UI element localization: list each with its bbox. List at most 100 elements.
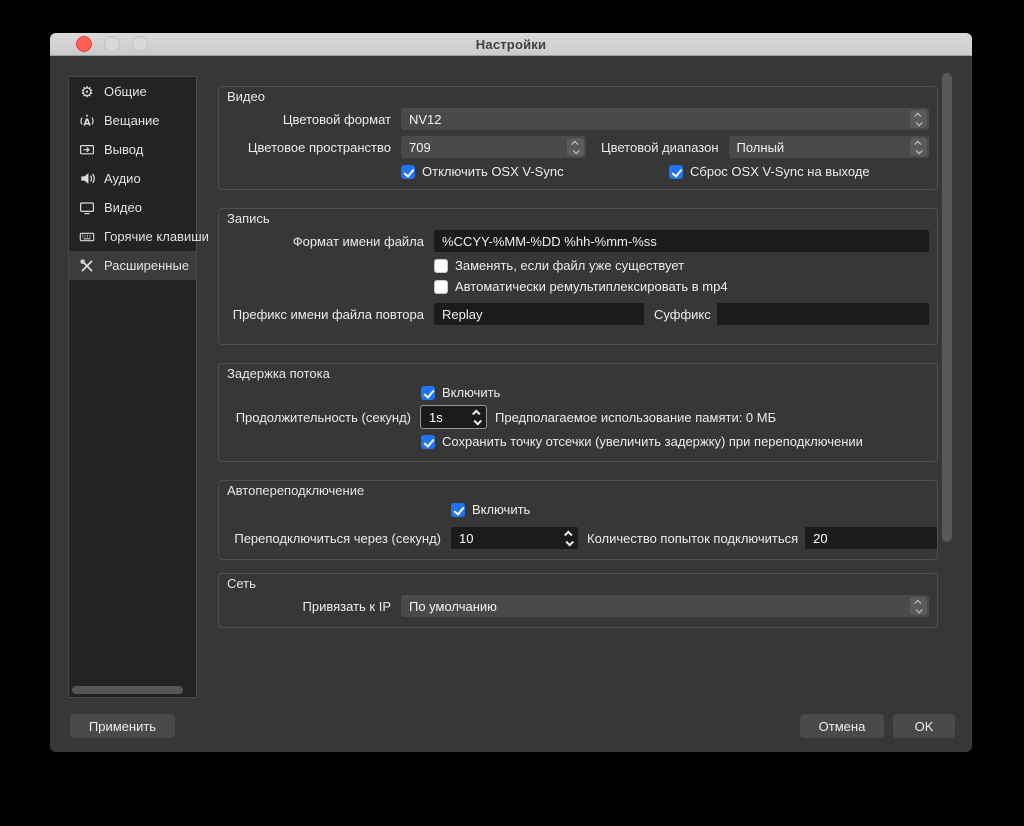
replay-prefix-label: Префикс имени файла повтора — [227, 307, 424, 322]
sidebar-horizontal-scrollbar[interactable] — [72, 686, 193, 695]
preserve-cutoff-checkbox[interactable]: Сохранить точку отсечки (увеличить задер… — [421, 434, 863, 449]
delay-duration-label: Продолжительность (секунд) — [227, 410, 411, 425]
bind-ip-dropdown[interactable]: По умолчанию — [401, 595, 929, 617]
ok-button[interactable]: OK — [893, 714, 955, 738]
sidebar-item-output[interactable]: Вывод — [69, 135, 196, 164]
sidebar-item-label: Горячие клавиши — [104, 229, 209, 244]
tools-icon — [78, 258, 96, 274]
checkbox-box[interactable] — [434, 259, 448, 273]
reconnect-enable-checkbox[interactable]: Включить — [451, 502, 530, 517]
group-stream-delay: Задержка потока Включить Продолжительнос… — [218, 363, 938, 462]
window-title: Настройки — [476, 37, 546, 52]
group-network: Сеть Привязать к IP По умолчанию — [218, 573, 938, 628]
color-format-label: Цветовой формат — [227, 112, 391, 127]
sidebar-item-label: Общие — [104, 84, 147, 99]
retry-delay-spinner[interactable] — [451, 527, 578, 549]
color-format-dropdown[interactable]: NV12 — [401, 108, 929, 130]
checkbox-box[interactable] — [421, 435, 435, 449]
delay-duration-spinner[interactable] — [421, 406, 486, 428]
sidebar-item-label: Аудио — [104, 171, 141, 186]
dropdown-value: По умолчанию — [409, 599, 497, 614]
gear-icon: ⚙ — [78, 83, 96, 101]
sidebar-item-advanced[interactable]: Расширенные — [69, 251, 196, 280]
spinner-arrows-icon[interactable] — [562, 527, 576, 549]
color-range-label: Цветовой диапазон — [601, 140, 719, 155]
minimize-button[interactable] — [104, 36, 120, 52]
suffix-label: Суффикс — [654, 307, 711, 322]
settings-content: Видео Цветовой формат NV12 Цветовое прос… — [218, 86, 938, 628]
filename-format-input[interactable] — [434, 230, 929, 252]
group-title: Автопереподключение — [227, 484, 929, 498]
settings-window: Настройки ⚙ Общие A Вещание — [50, 33, 972, 752]
sidebar-item-video[interactable]: Видео — [69, 193, 196, 222]
max-retries-label: Количество попыток подключиться — [587, 531, 798, 546]
max-retries-spinner[interactable] — [805, 527, 938, 549]
apply-button[interactable]: Применить — [70, 714, 175, 738]
disable-vsync-checkbox[interactable]: Отключить OSX V-Sync — [401, 164, 669, 179]
suffix-input[interactable] — [717, 303, 929, 325]
memory-usage-note: Предполагаемое использование памяти: 0 М… — [495, 410, 776, 425]
checkbox-label: Включить — [442, 385, 500, 400]
dropdown-value: Полный — [737, 140, 785, 155]
checkbox-box[interactable] — [401, 165, 415, 179]
group-recording: Запись Формат имени файла Заменять, если… — [218, 208, 938, 345]
checkbox-label: Включить — [472, 502, 530, 517]
sidebar-item-label: Вывод — [104, 142, 143, 157]
cancel-button[interactable]: Отмена — [800, 714, 884, 738]
dropdown-stepper-icon[interactable] — [910, 110, 927, 128]
svg-text:A: A — [83, 117, 91, 128]
checkbox-label: Сохранить точку отсечки (увеличить задер… — [442, 434, 863, 449]
display-icon — [78, 200, 96, 216]
color-range-dropdown[interactable]: Полный — [729, 136, 929, 158]
broadcast-icon: A — [78, 113, 96, 129]
checkbox-box[interactable] — [669, 165, 683, 179]
reset-vsync-checkbox[interactable]: Сброс OSX V-Sync на выходе — [669, 164, 870, 179]
content-vertical-scrollbar[interactable] — [942, 73, 952, 542]
stream-delay-enable-checkbox[interactable]: Включить — [421, 385, 500, 400]
overwrite-checkbox[interactable]: Заменять, если файл уже существует — [434, 258, 684, 273]
checkbox-label: Сброс OSX V-Sync на выходе — [690, 164, 870, 179]
dropdown-stepper-icon[interactable] — [567, 138, 584, 156]
settings-sidebar: ⚙ Общие A Вещание — [68, 76, 197, 698]
bind-ip-label: Привязать к IP — [227, 599, 391, 614]
group-reconnect: Автопереподключение Включить Переподключ… — [218, 480, 938, 560]
sidebar-item-general[interactable]: ⚙ Общие — [69, 77, 196, 106]
audio-icon — [78, 170, 96, 187]
sidebar-item-label: Расширенные — [104, 258, 189, 273]
filename-format-label: Формат имени файла — [227, 234, 424, 249]
checkbox-box[interactable] — [421, 386, 435, 400]
output-icon — [78, 142, 96, 158]
checkbox-box[interactable] — [451, 503, 465, 517]
title-bar[interactable]: Настройки — [50, 33, 972, 56]
sidebar-item-stream[interactable]: A Вещание — [69, 106, 196, 135]
scrollbar-thumb[interactable] — [72, 686, 183, 694]
group-title: Задержка потока — [227, 367, 929, 381]
group-title: Сеть — [227, 577, 929, 591]
close-button[interactable] — [76, 36, 92, 52]
replay-prefix-input[interactable] — [434, 303, 644, 325]
group-title: Запись — [227, 212, 929, 226]
checkbox-label: Заменять, если файл уже существует — [455, 258, 684, 273]
color-space-label: Цветовое пространство — [227, 140, 391, 155]
spinner-arrows-icon[interactable] — [470, 406, 484, 428]
sidebar-item-label: Видео — [104, 200, 142, 215]
sidebar-item-audio[interactable]: Аудио — [69, 164, 196, 193]
checkbox-label: Отключить OSX V-Sync — [422, 164, 564, 179]
dropdown-stepper-icon[interactable] — [910, 138, 927, 156]
sidebar-item-hotkeys[interactable]: Горячие клавиши — [69, 222, 196, 251]
dropdown-stepper-icon[interactable] — [910, 597, 927, 615]
dropdown-value: 709 — [409, 140, 431, 155]
traffic-lights — [76, 36, 148, 52]
spinner-input[interactable] — [451, 527, 578, 549]
checkbox-box[interactable] — [434, 280, 448, 294]
zoom-button[interactable] — [132, 36, 148, 52]
window-body: ⚙ Общие A Вещание — [50, 56, 972, 752]
spinner-input[interactable] — [805, 527, 938, 549]
color-space-dropdown[interactable]: 709 — [401, 136, 586, 158]
keyboard-icon — [78, 229, 96, 245]
sidebar-item-label: Вещание — [104, 113, 160, 128]
dropdown-value: NV12 — [409, 112, 442, 127]
auto-remux-checkbox[interactable]: Автоматически ремультиплексировать в mp4 — [434, 279, 728, 294]
group-title: Видео — [227, 90, 929, 104]
checkbox-label: Автоматически ремультиплексировать в mp4 — [455, 279, 728, 294]
